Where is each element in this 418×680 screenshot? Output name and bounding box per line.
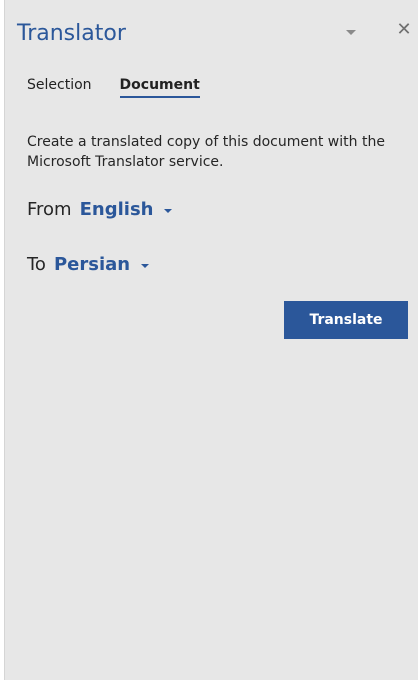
close-button[interactable]: ✕ [393,18,415,42]
from-language-dropdown[interactable]: English [80,198,173,222]
to-label: To [27,254,46,275]
pane-options-button[interactable] [339,22,363,42]
from-language-value: English [79,199,154,220]
to-language-dropdown[interactable]: Persian [53,253,150,277]
to-language-value: Persian [53,254,131,275]
translate-button[interactable]: Translate [284,301,408,339]
from-language-row: From English [27,198,173,222]
tab-selection[interactable]: Selection [27,76,92,98]
close-icon: ✕ [396,19,412,40]
translator-pane: Translator ✕ Selection Document Create a… [4,0,418,680]
to-language-row: To Persian [27,253,150,277]
tab-document[interactable]: Document [119,76,200,98]
caret-down-icon [164,209,173,213]
caret-down-icon [141,264,150,268]
description-text: Create a translated copy of this documen… [27,134,385,170]
from-label: From [27,199,72,220]
tab-bar: Selection Document [27,76,228,98]
pane-title: Translator [17,21,126,46]
chevron-down-icon [346,29,356,35]
